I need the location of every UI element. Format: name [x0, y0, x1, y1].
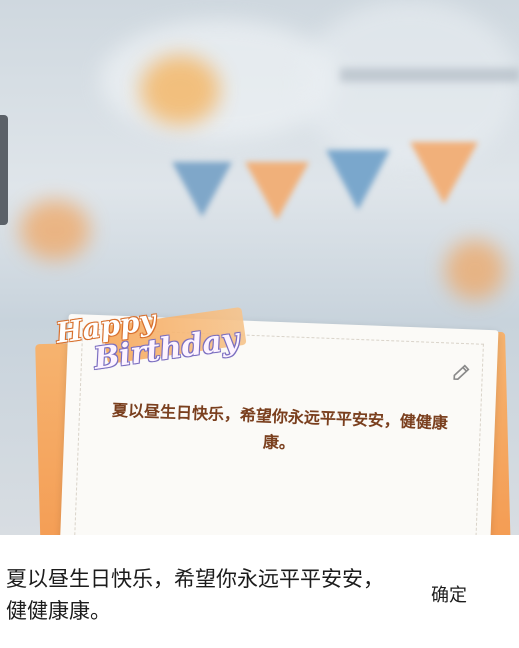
input-panel: 夏以昼生日快乐，希望你永远平平安安，健健康康。 确定 — [0, 535, 519, 648]
pennant-flag — [410, 142, 478, 204]
balloon — [20, 200, 90, 260]
side-handle — [0, 115, 8, 225]
bg-shelf — [340, 68, 519, 82]
pennant-flag — [245, 162, 309, 220]
confirm-button[interactable]: 确定 — [416, 579, 482, 609]
balloon — [445, 240, 505, 300]
pennant-flag — [326, 150, 390, 210]
balloon — [140, 55, 220, 125]
edit-icon[interactable] — [448, 358, 475, 385]
background-scene: 夏以昼生日快乐，希望你永远平平安安，健健康康。 Happy Birthday — [0, 0, 519, 535]
message-input[interactable]: 夏以昼生日快乐，希望你永远平平安安，健健康康。 — [6, 563, 386, 627]
pennant-flag — [172, 162, 232, 217]
